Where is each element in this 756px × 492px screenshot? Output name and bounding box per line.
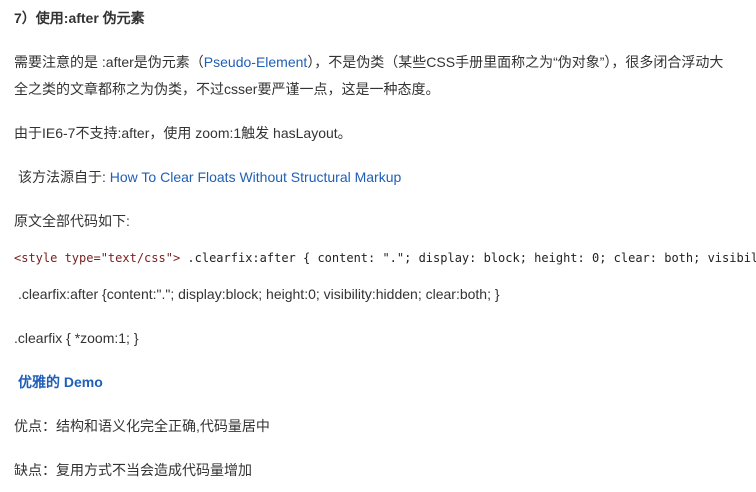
paragraph-ie-hack: 由于IE6-7不支持:after，使用 zoom:1触发 hasLayout。 <box>14 125 352 141</box>
section-heading: 7）使用:after 伪元素 <box>14 10 145 26</box>
pseudo-element-link[interactable]: Pseudo-Element <box>204 54 308 70</box>
source-link[interactable]: How To Clear Floats Without Structural M… <box>110 169 402 185</box>
cons-line: 缺点：复用方式不当会造成代码量增加 <box>14 462 252 478</box>
code-snippet: <style type="text/css"> .clearfix:after … <box>14 248 756 268</box>
css-rule-after: .clearfix:after {content:"."; display:bl… <box>18 286 500 302</box>
paragraph-pseudo-element-line2: 全之类的文章都称之为伪类，不过csser要严谨一点，这是一种态度。 <box>14 81 440 97</box>
paragraph-text: ），不是伪类（某些CSS手册里面称之为“伪对象”），很多闭合浮动大 <box>307 54 724 70</box>
source-prefix: 该方法源自于: <box>18 169 110 185</box>
paragraph-text: 需要注意的是 :after是伪元素（ <box>14 54 204 70</box>
source-line: 该方法源自于: How To Clear Floats Without Stru… <box>18 167 401 187</box>
demo-heading: 优雅的 Demo <box>18 374 103 390</box>
code-clearfix-rule: .clearfix:after { content: "."; display:… <box>180 251 756 265</box>
paragraph-pseudo-element-line1: 需要注意的是 :after是伪元素（Pseudo-Element），不是伪类（某… <box>14 52 723 72</box>
css-rule-zoom: .clearfix { *zoom:1; } <box>14 330 139 346</box>
code-intro: 原文全部代码如下: <box>14 213 130 229</box>
code-style-tag: <style type="text/css"> <box>14 251 181 265</box>
pros-line: 优点：结构和语义化完全正确,代码量居中 <box>14 418 270 434</box>
